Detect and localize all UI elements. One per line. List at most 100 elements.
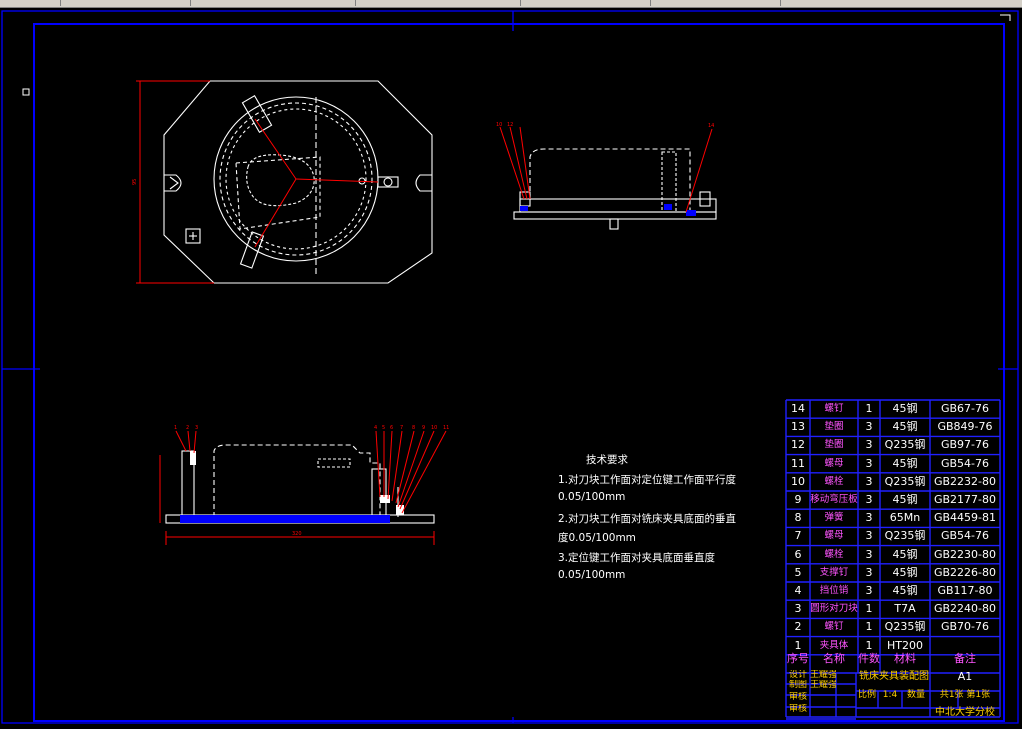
bom-cell-standard: GB2240-80	[933, 602, 997, 616]
bom-cell-standard: GB849-76	[937, 420, 993, 434]
toolbar-segment[interactable]	[520, 0, 651, 6]
bom-cell-name: 挡位销	[819, 585, 849, 596]
bom-cell-qty: 3	[865, 511, 873, 525]
bom-cell-qty: 3	[865, 547, 873, 561]
bom-cell-standard: GB54-76	[940, 529, 990, 543]
bom-header-note: 备注	[954, 652, 976, 665]
bom-cell-material: 45钢	[892, 456, 918, 470]
leader-number: 2	[186, 425, 189, 431]
plan-view	[163, 80, 433, 284]
bom-cell-standard: GB2230-80	[933, 547, 997, 561]
bom-header-material: 材料	[894, 652, 916, 665]
bom-cell-standard: GB2232-80	[933, 474, 997, 488]
toolbar-segment[interactable]	[355, 0, 521, 6]
bom-cell-material: 65Mn	[889, 511, 921, 525]
sheet-count: 共1张 第1张	[939, 690, 991, 700]
school-name: 中北大学分校	[935, 707, 995, 718]
approver-label: 审核	[788, 704, 807, 714]
bom-header-qty: 件数	[858, 652, 880, 665]
bom-cell-material: 45钢	[892, 402, 918, 415]
bom-cell-standard: GB2177-80	[933, 493, 997, 506]
bom-cell-qty: 3	[865, 529, 873, 543]
bom-cell-no: 5	[794, 565, 802, 579]
bom-cell-name: 弹簧	[824, 512, 844, 524]
scale-label: 比例	[857, 690, 876, 700]
leader-number: 12	[507, 122, 513, 128]
bom-cell-name: 支撑钉	[819, 566, 849, 578]
bom-cell-material: 45钢	[892, 547, 918, 561]
toolbar-segment[interactable]	[650, 0, 781, 6]
bom-cell-no: 9	[794, 493, 802, 506]
bom-cell-qty: 1	[865, 402, 873, 415]
tech-requirements-title: 技术要求	[586, 454, 628, 466]
bom-cell-name: 螺钉	[824, 403, 844, 414]
toolbar-segment[interactable]	[190, 0, 356, 6]
leader-number: 8	[412, 425, 415, 431]
side-view-leader-numbers: 10 12 14	[496, 122, 714, 129]
bom-cell-no: 3	[794, 602, 802, 616]
tech-requirements-line: 3.定位键工作面对夹具底面垂直度	[558, 552, 716, 564]
bom-cell-qty: 1	[865, 620, 873, 634]
bom-cell-no: 11	[791, 456, 805, 470]
bom-cell-qty: 3	[865, 565, 873, 579]
toolbar-segment[interactable]	[60, 0, 191, 6]
bom-cell-qty: 3	[865, 420, 873, 434]
tech-requirements-line: 1.对刀块工作面对定位键工作面平行度	[558, 474, 737, 486]
leader-number: 3	[195, 425, 198, 431]
tech-requirements-line: 2.对刀块工作面对铣床夹具底面的垂直	[558, 513, 737, 525]
side-view-base	[520, 204, 696, 216]
section-dimension-text: 320	[292, 531, 302, 537]
bom-cell-qty: 1	[865, 602, 873, 616]
bom-cell-material: 45钢	[892, 420, 918, 434]
bom-cell-standard: GB97-76	[940, 438, 990, 452]
bom-cell-no: 12	[791, 438, 805, 452]
bom-cell-qty: 3	[865, 438, 873, 452]
bom-cell-material: Q235钢	[884, 529, 926, 543]
leader-number: 11	[443, 425, 449, 431]
bom-cell-name: 螺母	[824, 457, 844, 469]
designer-name: 王耀强	[810, 670, 836, 680]
bom-cell-standard: GB67-76	[940, 402, 990, 415]
cad-drawing-canvas[interactable]: 95 10 12 14 320 1 2 3 4 5 6 7 8 9 10 11 …	[0, 7, 1022, 725]
bom-cell-name: 垫圈	[824, 421, 844, 433]
drawing-svg: 95 10 12 14 320 1 2 3 4 5 6 7 8 9 10 11	[1, 10, 1019, 724]
bom-header-no: 序号	[787, 652, 809, 665]
bom-cell-standard: GB54-76	[940, 456, 990, 470]
bom-cell-no: 14	[791, 402, 805, 415]
bom-cell-material: T7A	[894, 602, 916, 616]
bom-cell-qty: 3	[865, 493, 873, 506]
bom-cell-standard: GB117-80	[937, 584, 993, 597]
side-view	[513, 148, 717, 230]
bom-header-name: 名称	[823, 652, 845, 665]
qty-label: 数量	[906, 690, 925, 700]
bom-cell-name: 螺栓	[824, 548, 844, 560]
checker-name: 王耀强	[810, 680, 836, 690]
bom-cell-no: 7	[794, 529, 802, 543]
bom-cell-name: 移动弯压板	[810, 494, 858, 505]
bom-cell-material: 45钢	[892, 584, 918, 597]
bom-cell-name: 垫圈	[824, 439, 844, 451]
tech-requirements-line: 0.05/100mm	[558, 569, 626, 581]
section-view-dimensions	[159, 430, 447, 545]
bom-cell-qty: 3	[865, 456, 873, 470]
leader-number: 10	[496, 122, 502, 128]
scale-value: 1:4	[882, 690, 898, 700]
drawing-name: 铣床夹具装配图	[859, 671, 929, 682]
bom-cell-no: 10	[791, 474, 805, 488]
bom-cell-material: Q235钢	[884, 438, 926, 452]
leader-number: 7	[400, 425, 403, 431]
leader-number: 1	[174, 425, 177, 431]
bom-cell-material: 45钢	[892, 493, 918, 506]
bom-cell-standard: GB4459-81	[933, 511, 997, 525]
bom-cell-no: 4	[794, 584, 802, 597]
tech-requirements-line: 0.05/100mm	[558, 491, 626, 503]
section-view-base	[180, 515, 390, 523]
leader-number: 9	[422, 425, 425, 431]
leader-number: 10	[431, 425, 437, 431]
bom-cell-no: 6	[794, 547, 802, 561]
toolbar-segment[interactable]	[0, 0, 61, 6]
bom-cell-qty: 3	[865, 584, 873, 597]
designer-label: 设计	[788, 670, 807, 680]
bom-cell-no: 8	[794, 511, 802, 525]
bom-cell-material: Q235钢	[884, 620, 926, 634]
